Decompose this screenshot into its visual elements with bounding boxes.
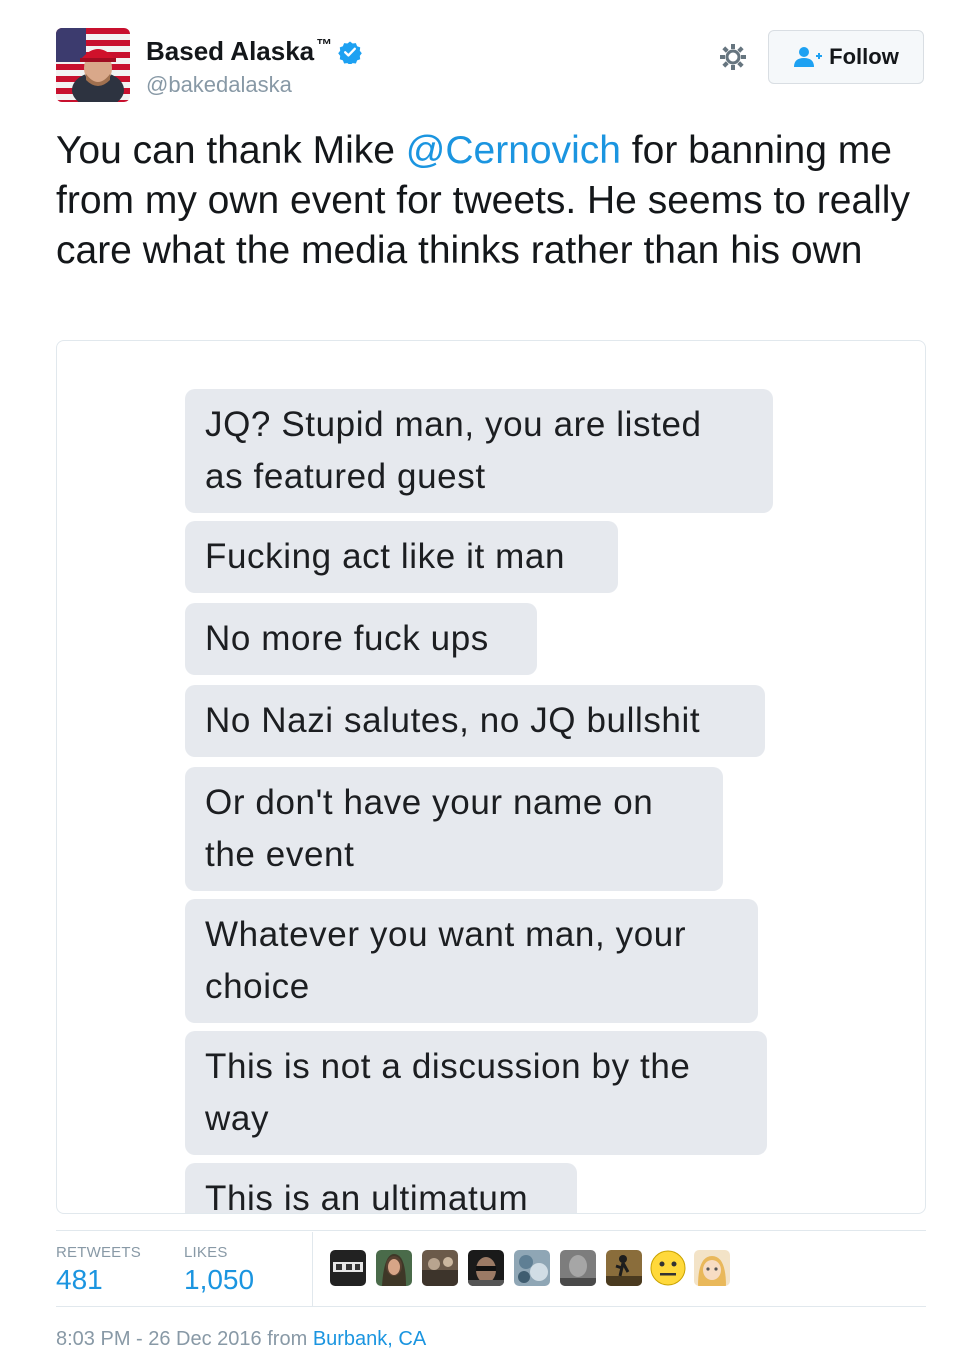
liker-avatar[interactable] (514, 1250, 550, 1286)
liker-avatar[interactable] (468, 1250, 504, 1286)
liker-avatar[interactable] (330, 1250, 366, 1286)
tweet-text-before: You can thank Mike (56, 129, 406, 172)
message-line: No more fuck ups (205, 619, 489, 658)
message-line: This is not a discussion by the (205, 1047, 691, 1086)
retweets-count[interactable]: 481 (56, 1264, 103, 1296)
stats-bottom-divider (56, 1306, 926, 1307)
message-line: the event (205, 835, 355, 874)
message-line: No Nazi salutes, no JQ bullshit (205, 701, 701, 740)
display-name[interactable]: Based Alaska (146, 36, 314, 67)
message-line: choice (205, 967, 310, 1006)
follow-label: Follow (829, 44, 899, 69)
message-line: as featured guest (205, 457, 486, 496)
gear-icon[interactable] (718, 42, 748, 72)
tweet-text: You can thank Mike @Cernovich for bannin… (56, 126, 926, 276)
liker-avatar[interactable] (422, 1250, 458, 1286)
message-bubble: This is not a discussion by the way (185, 1031, 767, 1155)
add-user-icon (794, 47, 823, 67)
likes-label: LIKES (184, 1244, 228, 1261)
tweet-timestamp[interactable]: 8:03 PM - 26 Dec 2016 (56, 1328, 262, 1350)
message-bubble: This is an ultimatum (185, 1163, 577, 1214)
liker-avatar[interactable] (606, 1250, 642, 1286)
message-bubble: No Nazi salutes, no JQ bullshit (185, 685, 765, 757)
tweet-metadata: 8:03 PM - 26 Dec 2016 from Burbank, CA (56, 1328, 426, 1351)
liker-avatar[interactable] (376, 1250, 412, 1286)
message-bubble: JQ? Stupid man, you are listed as featur… (185, 389, 773, 513)
message-line: This is an ultimatum (205, 1179, 529, 1214)
liker-avatar[interactable] (650, 1250, 686, 1286)
message-line: Or don't have your name on (205, 783, 654, 822)
verified-badge-icon (338, 41, 362, 64)
message-line: Fucking act like it man (205, 537, 566, 576)
stats-vertical-divider (312, 1232, 313, 1306)
message-bubble: Fucking act like it man (185, 521, 618, 593)
message-line: Whatever you want man, your (205, 915, 687, 954)
follow-button[interactable]: Follow (768, 30, 924, 84)
message-bubble: Or don't have your name on the event (185, 767, 723, 891)
retweets-label: RETWEETS (56, 1244, 141, 1261)
author-avatar[interactable] (56, 28, 130, 102)
likes-count[interactable]: 1,050 (184, 1264, 254, 1296)
attached-image[interactable]: JQ? Stupid man, you are listed as featur… (56, 340, 926, 1214)
liker-avatar[interactable] (560, 1250, 596, 1286)
message-bubble: Whatever you want man, your choice (185, 899, 758, 1023)
author-handle[interactable]: @bakedalaska (146, 72, 292, 98)
stats-top-divider (56, 1230, 926, 1231)
message-line: way (205, 1099, 270, 1138)
from-text: from (261, 1328, 313, 1350)
liker-avatar[interactable] (694, 1250, 730, 1286)
location-link[interactable]: Burbank, CA (313, 1328, 426, 1350)
mention-link[interactable]: @Cernovich (406, 129, 621, 172)
message-bubble: No more fuck ups (185, 603, 537, 675)
message-line: JQ? Stupid man, you are listed (205, 405, 702, 444)
author-name[interactable]: Based Alaska ™ (146, 36, 362, 67)
trademark-symbol: ™ (316, 36, 333, 54)
